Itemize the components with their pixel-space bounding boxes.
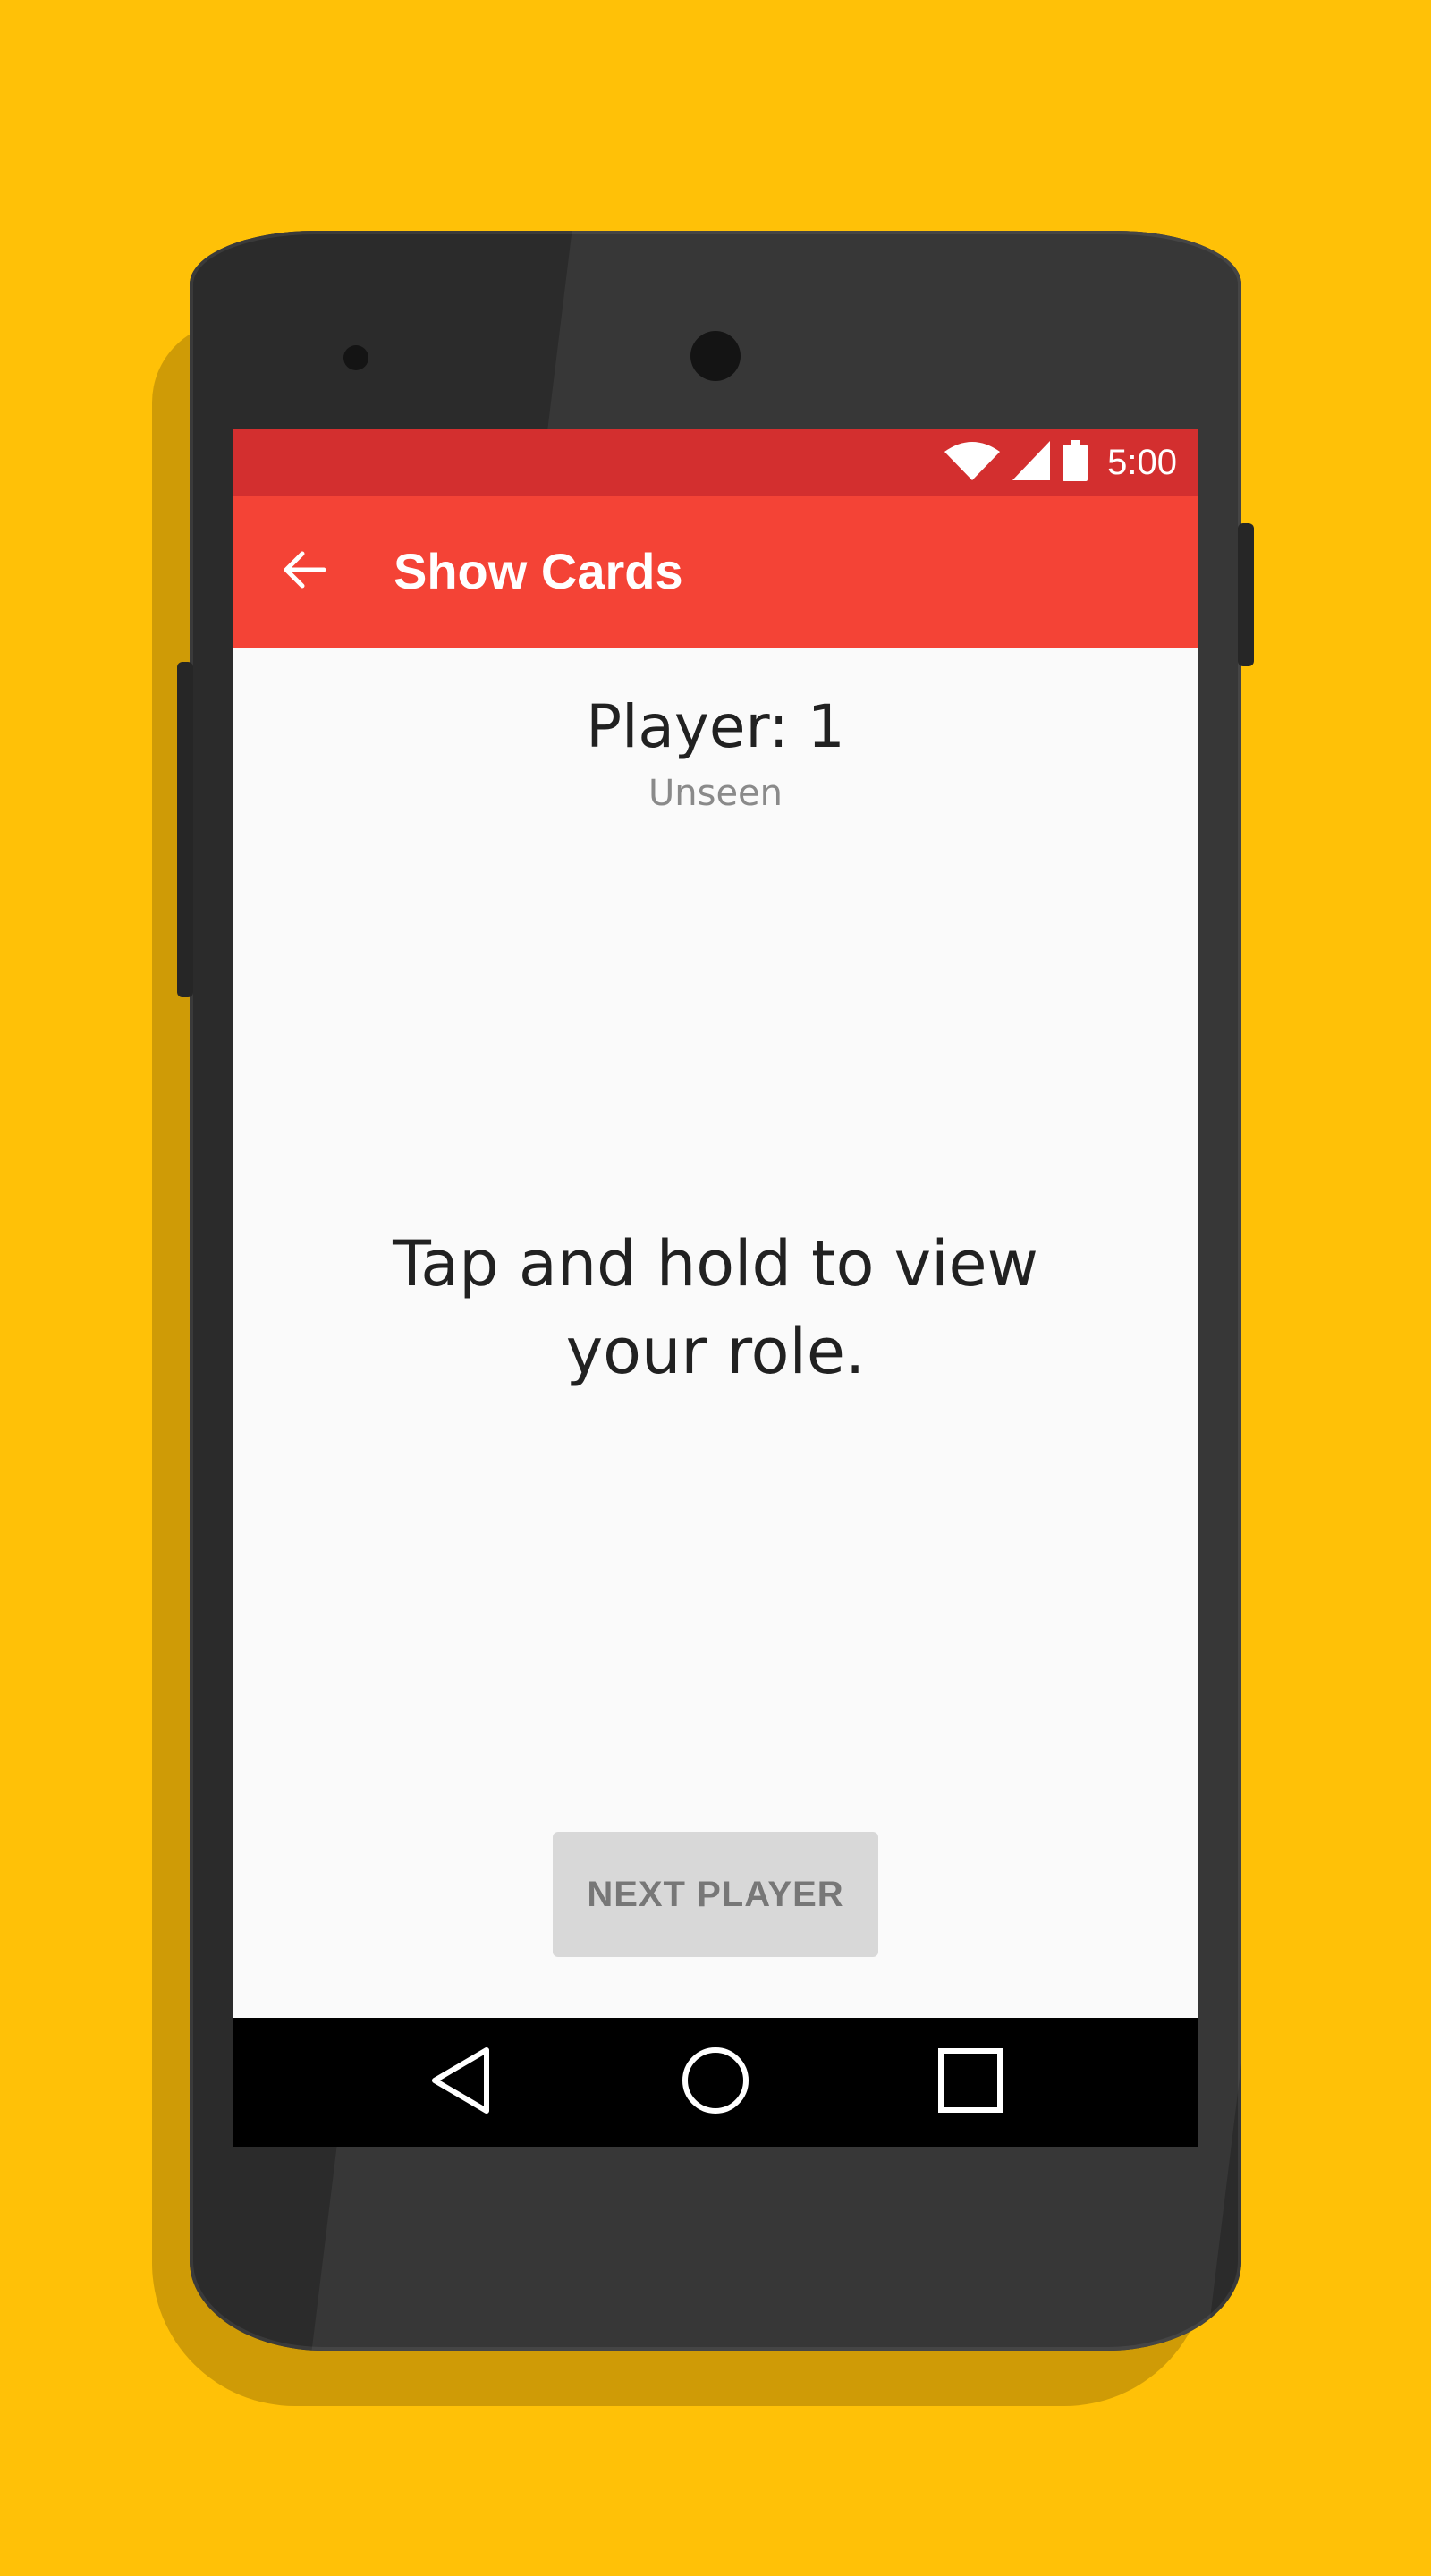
status-icons: 5:00 [944,429,1177,496]
app-bar: Show Cards [233,496,1198,648]
status-bar: 5:00 [233,429,1198,496]
nav-back-button[interactable] [416,2038,505,2127]
back-triangle-icon [429,2046,492,2118]
app-title: Show Cards [394,543,683,599]
battery-icon [1063,440,1088,485]
next-player-button[interactable]: NEXT PLAYER [553,1832,878,1957]
show-cards-content[interactable]: Player: 1 Unseen Tap and hold to view yo… [233,648,1198,2018]
player-status: Unseen [648,773,783,814]
volume-button [177,662,193,997]
wifi-icon [944,441,1001,484]
status-time: 5:00 [1107,442,1177,482]
recents-square-icon [938,2048,1003,2116]
screen: 5:00 Show Cards Player: 1 Unseen Tap and… [233,429,1198,2147]
system-nav-bar [233,2018,1198,2147]
player-label: Player: 1 [586,692,845,761]
home-circle-icon [682,2046,749,2118]
arrow-back-icon [281,547,327,597]
tap-hold-instruction: Tap and hold to view your role. [393,1227,1038,1388]
front-camera [690,331,741,381]
nav-recents-button[interactable] [926,2038,1015,2127]
back-button[interactable] [268,536,340,607]
sensor-dot [343,345,368,370]
nav-home-button[interactable] [671,2038,760,2127]
signal-icon [1012,441,1051,484]
power-button [1238,523,1254,666]
